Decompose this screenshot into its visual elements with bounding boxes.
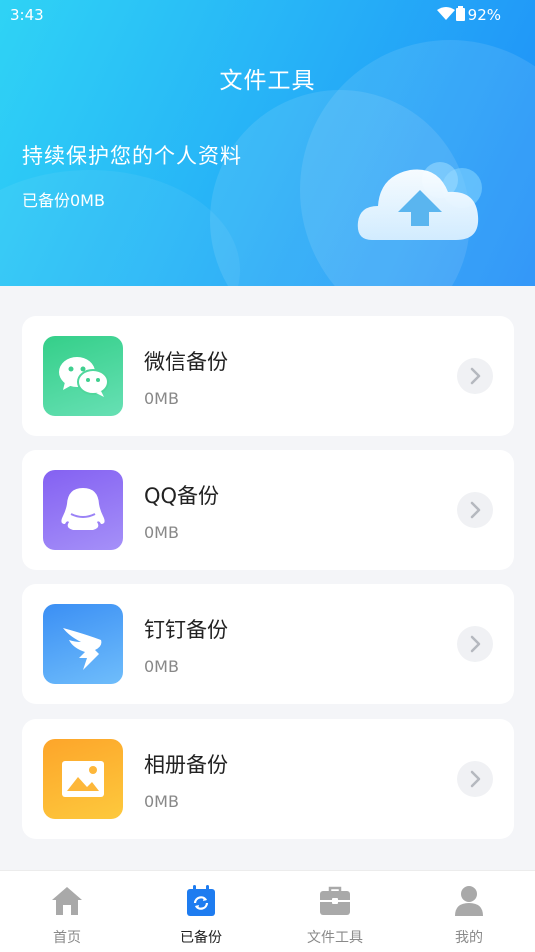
chevron-right-icon[interactable] bbox=[457, 761, 493, 797]
battery-icon bbox=[456, 6, 465, 25]
bottom-tab-bar: 首页 已备份 文件工具 我的 bbox=[0, 870, 535, 952]
qq-backup-card[interactable]: QQ备份 0MB bbox=[22, 450, 514, 570]
status-time: 3:43 bbox=[10, 6, 44, 24]
album-icon bbox=[43, 739, 123, 819]
backed-up-amount: 已备份0MB bbox=[22, 191, 105, 210]
status-bar: 3:43 92% bbox=[0, 0, 535, 30]
page-title: 文件工具 bbox=[219, 68, 316, 94]
cloud-upload-icon bbox=[350, 140, 490, 250]
tab-label: 已备份 bbox=[180, 930, 222, 946]
tab-label: 首页 bbox=[53, 930, 81, 946]
battery-percent: 92% bbox=[467, 6, 501, 24]
dingtalk-backup-card[interactable]: 钉钉备份 0MB bbox=[22, 584, 514, 704]
chevron-right-icon[interactable] bbox=[457, 492, 493, 528]
user-icon bbox=[452, 885, 486, 917]
tab-label: 文件工具 bbox=[307, 930, 363, 946]
album-backup-card[interactable]: 相册备份 0MB bbox=[22, 719, 514, 839]
backup-calendar-icon bbox=[184, 885, 218, 917]
tab-home[interactable]: 首页 bbox=[0, 871, 134, 952]
home-icon bbox=[50, 885, 84, 917]
card-size: 0MB bbox=[144, 657, 179, 676]
wechat-icon bbox=[43, 336, 123, 416]
dingtalk-icon bbox=[43, 604, 123, 684]
card-title: 微信备份 bbox=[144, 350, 228, 374]
tab-label: 我的 bbox=[455, 930, 483, 946]
card-size: 0MB bbox=[144, 523, 179, 542]
tab-file-tools[interactable]: 文件工具 bbox=[268, 871, 402, 952]
tab-mine[interactable]: 我的 bbox=[402, 871, 535, 952]
chevron-right-icon[interactable] bbox=[457, 626, 493, 662]
qq-icon bbox=[43, 470, 123, 550]
header-banner: 3:43 92% 文件工具 持续保护您的个人资料 已备份0MB bbox=[0, 0, 535, 286]
chevron-right-icon[interactable] bbox=[457, 358, 493, 394]
card-title: QQ备份 bbox=[144, 484, 220, 508]
wechat-backup-card[interactable]: 微信备份 0MB bbox=[22, 316, 514, 436]
card-title: 钉钉备份 bbox=[144, 618, 228, 642]
card-size: 0MB bbox=[144, 792, 179, 811]
card-size: 0MB bbox=[144, 389, 179, 408]
signal-icon bbox=[413, 7, 447, 25]
tab-backed-up[interactable]: 已备份 bbox=[134, 871, 268, 952]
card-title: 相册备份 bbox=[144, 753, 228, 777]
headline: 持续保护您的个人资料 bbox=[22, 144, 242, 168]
toolbox-icon bbox=[318, 885, 352, 917]
